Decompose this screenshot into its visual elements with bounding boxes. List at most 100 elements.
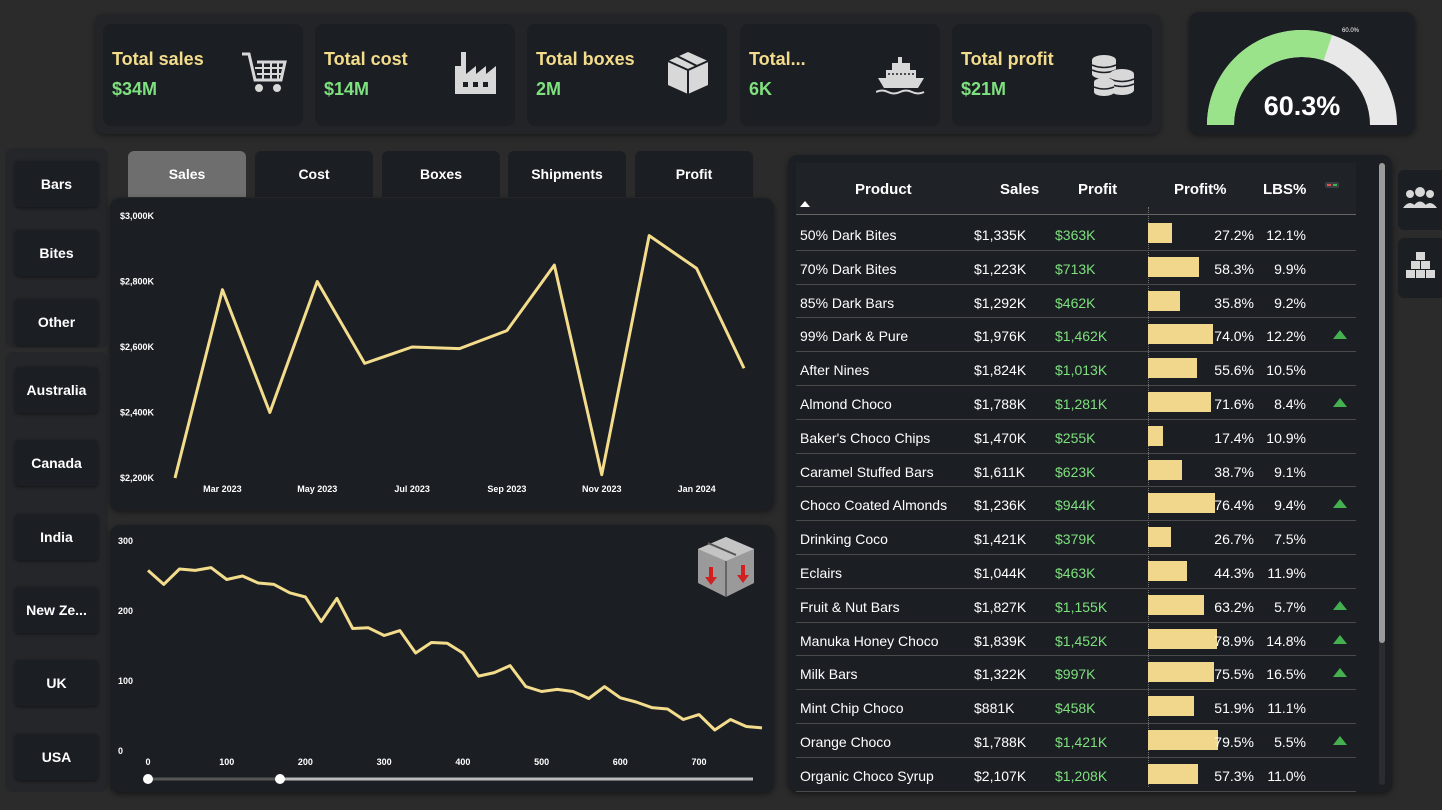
slicer-option-bites[interactable]: Bites <box>15 230 98 276</box>
tab-shipments[interactable]: Shipments <box>508 151 626 197</box>
slicer-option-country[interactable]: India <box>15 514 98 560</box>
data-point[interactable] <box>220 288 224 292</box>
indicator-legend-icon <box>1325 182 1339 188</box>
cell-sales: $1,788K <box>974 734 1027 750</box>
boxes-line-chart: 300 200 100 0 0 100 200 300 400 500 600 700 <box>118 536 763 784</box>
table-row[interactable]: After Nines $1,824K $1,013K 55.6% 10.5% <box>796 352 1356 386</box>
profit-pct-bar <box>1148 730 1218 750</box>
cell-lbs-pct: 10.5% <box>1266 362 1306 379</box>
tab-cost[interactable]: Cost <box>255 151 373 197</box>
profit-pct-bar <box>1148 561 1187 581</box>
data-point[interactable] <box>600 473 604 477</box>
cell-profit-pct: 63.2% <box>1214 598 1254 615</box>
slicer-option-country[interactable]: Canada <box>15 440 98 486</box>
y-tick-label: 0 <box>118 746 123 756</box>
profit-pct-bar <box>1148 324 1213 345</box>
x-tick-label: Jul 2023 <box>394 484 430 494</box>
table-row[interactable]: 99% Dark & Pure $1,976K $1,462K 74.0% 12… <box>796 318 1356 353</box>
slicer-option-other[interactable]: Other <box>15 299 98 345</box>
data-point[interactable] <box>552 263 556 267</box>
cell-product: 99% Dark & Pure <box>800 328 909 345</box>
cell-lbs-pct: 9.1% <box>1274 463 1306 480</box>
cell-lbs-pct: 11.1% <box>1267 700 1306 717</box>
tab-sales[interactable]: Sales <box>128 151 246 197</box>
table-row[interactable]: Mint Chip Choco $881K $458K 51.9% 11.1% <box>796 690 1356 724</box>
table-row[interactable]: Eclairs $1,044K $463K 44.3% 11.9% <box>796 555 1356 589</box>
coins-icon <box>1088 48 1138 98</box>
table-scrollbar-thumb[interactable] <box>1379 163 1385 643</box>
slicer-option-country[interactable]: USA <box>15 734 98 780</box>
table-row[interactable]: Orange Choco $1,788K $1,421K 79.5% 5.5% <box>796 724 1356 758</box>
cell-profit: $1,421K <box>1055 734 1108 750</box>
cell-product: Orange Choco <box>800 734 892 750</box>
slicer-option-country[interactable]: UK <box>15 660 98 706</box>
data-point[interactable] <box>268 411 272 415</box>
cell-profit: $1,208K <box>1055 767 1108 784</box>
slicer-option-bars[interactable]: Bars <box>15 161 98 207</box>
slicer-option-country[interactable]: New Ze... <box>15 587 98 633</box>
table-row[interactable]: Caramel Stuffed Bars $1,611K $623K 38.7%… <box>796 454 1356 488</box>
header-lbs-pct[interactable]: LBS% <box>1263 181 1306 198</box>
cell-lbs-pct: 11.0% <box>1267 767 1306 784</box>
table-row[interactable]: Fruit & Nut Bars $1,827K $1,155K 63.2% 5… <box>796 589 1356 623</box>
header-profit[interactable]: Profit <box>1078 181 1117 198</box>
header-profit-pct[interactable]: Profit% <box>1174 181 1227 198</box>
table-row[interactable]: Almond Choco $1,788K $1,281K 71.6% 8.4% <box>796 386 1356 420</box>
table-row[interactable]: Milk Bars $1,322K $997K 75.5% 16.5% <box>796 656 1356 691</box>
x-tick-label: Mar 2023 <box>203 484 242 494</box>
data-point[interactable] <box>647 234 651 238</box>
tab-boxes[interactable]: Boxes <box>382 151 500 197</box>
cell-sales: $1,839K <box>974 632 1027 649</box>
x-tick-label: May 2023 <box>297 484 337 494</box>
table-row[interactable]: 70% Dark Bites $1,223K $713K 58.3% 9.9% <box>796 251 1356 285</box>
header-sales[interactable]: Sales <box>1000 181 1039 198</box>
boxes-series-line[interactable] <box>147 566 763 732</box>
table-row[interactable]: Choco Coated Almonds $1,236K $944K 76.4%… <box>796 487 1356 522</box>
table-row[interactable]: Manuka Honey Choco $1,839K $1,452K 78.9%… <box>796 623 1356 657</box>
cell-sales: $1,470K <box>974 429 1027 446</box>
profit-pct-bar <box>1148 256 1199 277</box>
x-tick-label: 0 <box>145 757 150 767</box>
data-point[interactable] <box>458 347 462 351</box>
data-point[interactable] <box>742 366 746 370</box>
cell-lbs-pct: 14.8% <box>1266 632 1306 649</box>
table-row[interactable]: 50% Dark Bites $1,335K $363K 27.2% 12.1% <box>796 217 1356 251</box>
cell-product: Baker's Choco Chips <box>800 429 931 446</box>
x-tick-label: 500 <box>534 757 549 767</box>
gauge-value-label: 60.3% <box>1264 91 1341 121</box>
cell-lbs-pct: 7.5% <box>1274 531 1306 548</box>
sales-series-line[interactable] <box>173 234 746 479</box>
data-point[interactable] <box>410 345 414 349</box>
data-point[interactable] <box>173 476 177 480</box>
table-row[interactable]: Organic Choco Syrup $2,107K $1,208K 57.3… <box>796 758 1356 792</box>
stacked-boxes-icon[interactable] <box>1398 238 1442 298</box>
range-slider-end-handle[interactable] <box>275 774 285 784</box>
range-slider-start-handle[interactable] <box>143 774 153 784</box>
table-row[interactable]: 85% Dark Bars $1,292K $462K 35.8% 9.2% <box>796 285 1356 319</box>
data-point[interactable] <box>505 329 509 333</box>
data-point[interactable] <box>363 361 367 365</box>
data-point[interactable] <box>695 266 699 270</box>
cell-product: Organic Choco Syrup <box>800 767 934 784</box>
table-row[interactable]: Drinking Coco $1,421K $379K 26.7% 7.5% <box>796 521 1356 555</box>
table-header: Product Sales Profit Profit% LBS% <box>796 163 1356 215</box>
data-point[interactable] <box>315 280 319 284</box>
cell-profit: $462K <box>1055 294 1096 311</box>
cell-profit-pct: 17.4% <box>1214 429 1254 446</box>
header-product[interactable]: Product <box>855 181 912 198</box>
sort-asc-icon[interactable] <box>800 201 810 207</box>
slicer-option-country[interactable]: Australia <box>15 367 98 413</box>
cell-profit-pct: 74.0% <box>1214 328 1254 345</box>
cell-lbs-pct: 16.5% <box>1266 666 1306 683</box>
profit-margin-gauge: 60.0% 60.3% <box>1189 12 1415 134</box>
people-group-icon[interactable] <box>1398 170 1442 230</box>
cell-product: 50% Dark Bites <box>800 227 897 243</box>
up-arrow-icon <box>1333 600 1347 610</box>
x-tick-label: Sep 2023 <box>487 484 526 494</box>
x-tick-label: 600 <box>613 757 628 767</box>
cell-lbs-pct: 5.7% <box>1274 598 1306 615</box>
table-row[interactable]: Baker's Choco Chips $1,470K $255K 17.4% … <box>796 420 1356 454</box>
cell-profit: $1,013K <box>1055 362 1108 379</box>
tab-profit[interactable]: Profit <box>635 151 753 197</box>
cell-profit: $997K <box>1055 666 1096 683</box>
